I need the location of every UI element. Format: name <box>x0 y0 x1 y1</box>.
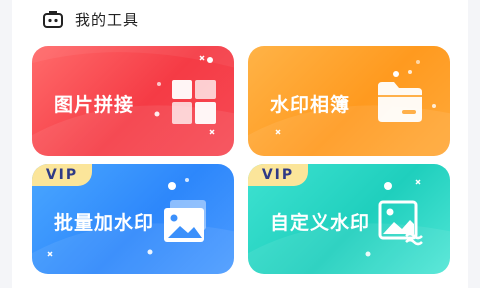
section-title: 我的工具 <box>75 10 140 29</box>
folder-icon <box>378 82 422 122</box>
section-header: 我的工具 <box>42 6 139 32</box>
toolbox-icon <box>43 11 63 28</box>
right-margin <box>468 0 480 288</box>
left-margin <box>0 0 12 288</box>
batch-watermark-card[interactable]: VIP 批量加水印 <box>32 164 234 274</box>
custom-watermark-card[interactable]: VIP 自定义水印 <box>248 164 450 274</box>
card-label: 批量加水印 <box>54 212 155 234</box>
watermark-album-card[interactable]: 水印相簿 <box>248 46 450 156</box>
stacked-images-icon <box>164 200 206 242</box>
card-label: 水印相簿 <box>270 94 351 116</box>
puzzle-card[interactable]: 图片拼接 <box>32 46 234 156</box>
card-label: 图片拼接 <box>54 94 135 116</box>
image-edit-icon <box>378 200 423 246</box>
vip-badge: VIP <box>248 164 308 186</box>
card-label: 自定义水印 <box>270 212 371 234</box>
vip-badge: VIP <box>32 164 92 186</box>
grid-collage-icon <box>172 80 216 124</box>
